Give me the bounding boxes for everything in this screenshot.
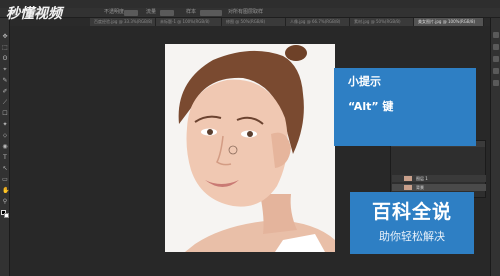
portrait-photo [165, 44, 335, 252]
dodge-tool-icon[interactable]: ◉ [2, 144, 8, 150]
document-tab[interactable]: 百度经验.jpg @ 33.3%(RGB/8) [90, 18, 156, 26]
brand-subtitle: 助你轻松解决 [379, 230, 445, 243]
character-panel-icon[interactable] [493, 80, 499, 86]
healing-brush-tool-icon[interactable]: ✐ [2, 89, 8, 95]
history-panel-icon[interactable] [493, 32, 499, 38]
layer-thumbnail [404, 185, 412, 190]
document-tab[interactable]: 修图 @ 50%(RGB/8) [222, 18, 286, 26]
layer-name: 背景 [416, 185, 424, 190]
crop-tool-icon[interactable]: ⌖ [2, 67, 8, 73]
sample-all-layers-label: 对所有图层取样 [228, 9, 264, 15]
document-tab[interactable]: 未标题-1 @ 100%(RGB/8) [156, 18, 222, 26]
brand-title: 百科全说 [371, 201, 452, 223]
path-selection-tool-icon[interactable]: ↖ [2, 166, 8, 172]
document-tab-active[interactable]: 美女图片.jpg @ 100%(RGB/8) [414, 18, 484, 26]
layer-thumbnail [404, 176, 412, 181]
brand-watermark: 百科全说 助你轻松解决 [350, 192, 474, 254]
brush-tool-icon[interactable]: ⟋ [2, 100, 8, 106]
eraser-tool-icon[interactable]: ⬦ [2, 133, 8, 139]
tools-panel: ✥ ⬚ ʘ ⌖ ✎ ✐ ⟋ ☐ ✦ ⬦ ◉ T ↖ ▭ ✋ ⚲ [0, 18, 10, 276]
document-tab-bar: 百度经验.jpg @ 33.3%(RGB/8) 未标题-1 @ 100%(RGB… [10, 18, 490, 26]
flow-field[interactable] [160, 10, 174, 16]
background-color-swatch[interactable] [4, 213, 9, 218]
zoom-tool-icon[interactable]: ⚲ [2, 199, 8, 205]
layer-row-selected[interactable]: 背景 [392, 184, 486, 191]
sample-dropdown[interactable] [200, 10, 222, 16]
type-tool-icon[interactable]: T [2, 155, 8, 161]
layer-row[interactable]: 图层 1 [392, 175, 486, 182]
tip-body: “Alt” 键 [348, 100, 394, 113]
tip-title: 小提示 [348, 75, 381, 88]
move-tool-icon[interactable]: ✥ [2, 34, 8, 40]
document-canvas[interactable] [165, 44, 335, 252]
logo-watermark: 秒懂视频 [6, 6, 62, 22]
marquee-tool-icon[interactable]: ⬚ [2, 45, 8, 51]
swatches-panel-icon[interactable] [493, 68, 499, 74]
options-bar: 模式 正常 不透明度 流量 样本 对所有图层取样 [0, 8, 500, 18]
opacity-field[interactable] [124, 10, 138, 16]
sample-label: 样本 [186, 9, 197, 15]
adjustments-panel-icon[interactable] [493, 56, 499, 62]
document-tab[interactable]: 人像.jpg @ 66.7%(RGB/8) [286, 18, 350, 26]
eyedropper-tool-icon[interactable]: ✎ [2, 78, 8, 84]
clone-stamp-tool-icon[interactable]: ☐ [2, 111, 8, 117]
layers-panel: 图层 图层 1 背景 [390, 140, 486, 198]
history-brush-tool-icon[interactable]: ✦ [2, 122, 8, 128]
shape-tool-icon[interactable]: ▭ [2, 177, 8, 183]
opacity-label: 不透明度 [104, 9, 125, 15]
lasso-tool-icon[interactable]: ʘ [2, 56, 8, 62]
document-tab[interactable]: 素材.jpg @ 50%(RGB/8) [350, 18, 414, 26]
properties-panel-icon[interactable] [493, 44, 499, 50]
hand-tool-icon[interactable]: ✋ [2, 188, 9, 194]
tip-overlay: 小提示 “Alt” 键 [334, 68, 476, 146]
layer-name: 图层 1 [416, 176, 428, 181]
panel-dock [490, 18, 500, 276]
menu-bar [0, 0, 500, 8]
flow-label: 流量 [146, 9, 157, 15]
